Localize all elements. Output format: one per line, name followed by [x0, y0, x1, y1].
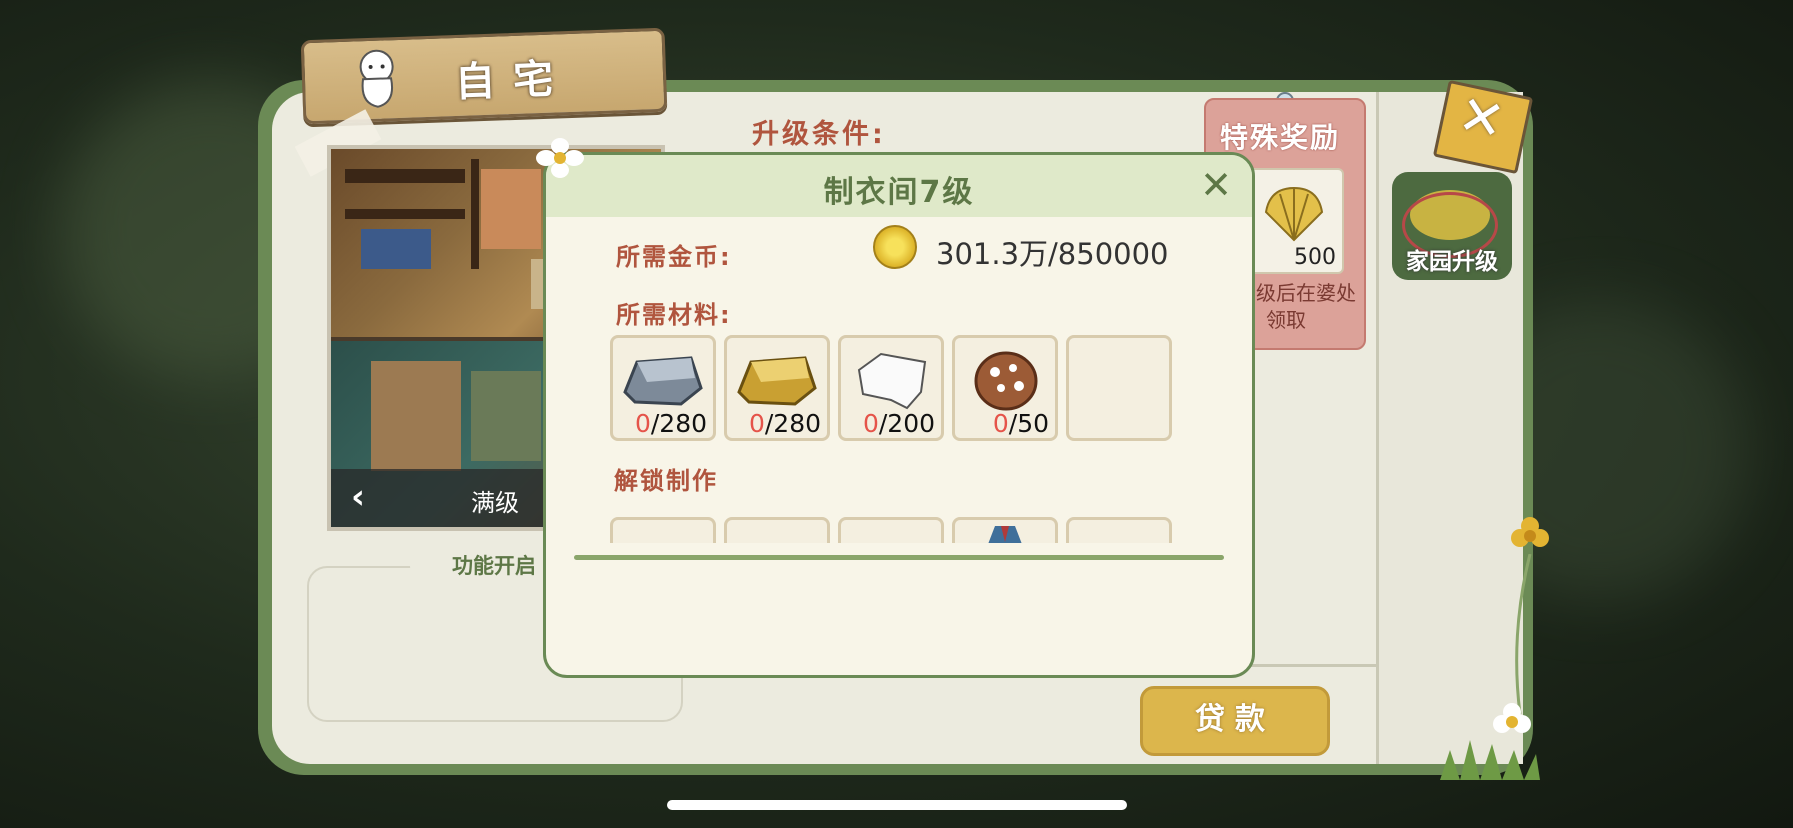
- unlock-items-row: [546, 515, 1252, 543]
- grass-decoration: [1440, 740, 1540, 780]
- materials-label: 所需材料:: [616, 301, 732, 329]
- material-count: 0/50: [992, 409, 1049, 438]
- close-icon: ✕: [1452, 82, 1511, 154]
- teru-bozu-icon: [359, 49, 394, 108]
- upgrade-modal: 制衣间7级 ✕ 所需金币: 301.3万/850000 所需材料: 0/280 …: [543, 152, 1255, 678]
- cookie-icon: [974, 351, 1038, 411]
- yellow-flower-icon: [1511, 517, 1549, 547]
- material-slot-gold[interactable]: 0/280: [724, 335, 830, 441]
- reward-item-slot[interactable]: 500: [1246, 168, 1344, 274]
- material-slot-cookie[interactable]: 0/50: [952, 335, 1058, 441]
- unlock-item-slot[interactable]: [952, 517, 1058, 543]
- home-upgrade-label: 家园升级: [1406, 249, 1498, 275]
- silver-ingot-icon: [623, 356, 703, 406]
- jacket-icon: [988, 526, 1022, 543]
- material-slot-silver[interactable]: 0/280: [610, 335, 716, 441]
- daisy-icon: [536, 138, 584, 178]
- special-reward-title: 特殊奖励: [1220, 121, 1341, 154]
- chevron-left-icon[interactable]: ‹: [351, 477, 365, 517]
- gold-label: 所需金币:: [616, 243, 732, 271]
- reward-item-count: 500: [1294, 245, 1336, 270]
- unlock-item-slot[interactable]: [610, 517, 716, 543]
- home-indicator[interactable]: [667, 800, 1127, 810]
- material-count: 0/200: [862, 409, 935, 438]
- material-count: 0/280: [634, 409, 707, 438]
- grass-divider: [574, 555, 1224, 560]
- unlock-item-slot: [1066, 517, 1172, 543]
- modal-header: 制衣间7级 ✕: [546, 155, 1252, 217]
- modal-close-icon[interactable]: ✕: [1200, 163, 1232, 207]
- gold-ingot-icon: [737, 356, 817, 406]
- home-title-sign: 自宅: [300, 27, 668, 125]
- home-upgrade-button[interactable]: 家园升级: [1392, 172, 1512, 280]
- material-slot-cloth[interactable]: 0/200: [838, 335, 944, 441]
- room-level-label: 满级: [471, 489, 519, 517]
- unlock-item-slot[interactable]: [838, 517, 944, 543]
- upgrade-conditions-label: 升级条件:: [752, 119, 886, 150]
- loan-button[interactable]: 贷款: [1140, 686, 1330, 756]
- flower-stem: [1515, 554, 1532, 714]
- white-cloth-icon: [857, 352, 927, 410]
- unlock-item-slot[interactable]: [724, 517, 830, 543]
- unlock-craft-label: 解锁制作: [614, 467, 718, 495]
- gold-coin-icon: [873, 225, 917, 269]
- material-slot-empty: [1066, 335, 1172, 441]
- material-count: 0/280: [748, 409, 821, 438]
- gold-value: 301.3万/850000: [936, 237, 1169, 271]
- shell-icon: [1264, 186, 1324, 242]
- modal-title: 制衣间7级: [823, 175, 975, 210]
- page-title: 自宅: [454, 55, 572, 106]
